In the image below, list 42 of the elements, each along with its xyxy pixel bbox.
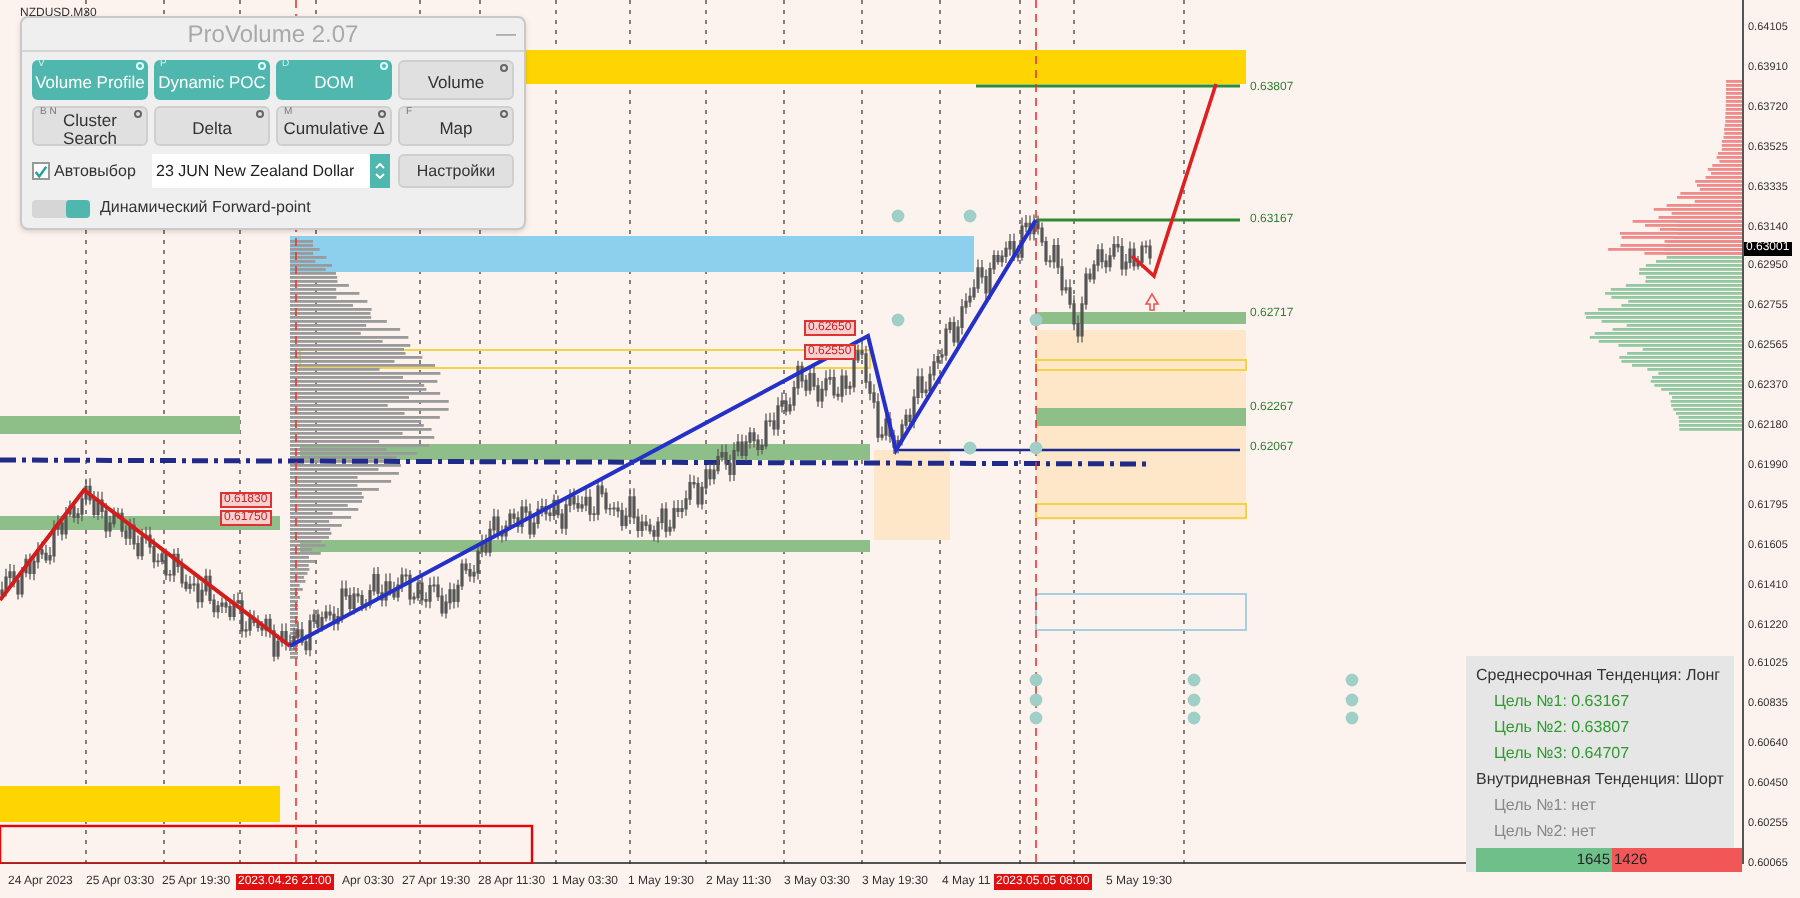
price-zone [874,450,950,540]
info-line: Цель №1: 0.63167 [1492,692,1632,712]
marker-dot [1029,711,1043,725]
gear-icon [256,110,264,118]
forward-point-label: Динамический Forward-point [100,196,311,220]
marker-dot [891,209,905,223]
check-icon [34,163,48,179]
marker-dot [1345,711,1359,725]
gear-icon [258,62,266,70]
gear-icon [134,110,142,118]
auto-select-checkbox[interactable]: Автовыбор [32,159,144,183]
marker-dot [1029,313,1043,327]
marker-dot [1029,441,1043,455]
arrow-icon [1144,292,1160,311]
marker-dot [1345,693,1359,707]
gear-icon [136,62,144,70]
info-line: Внутридневная Тенденция: Шорт [1476,770,1726,790]
tool-button[interactable]: Volume [398,60,514,100]
info-line: Цель №1: нет [1492,796,1598,816]
marker-dot [891,313,905,327]
info-line: Цель №2: 0.63807 [1492,718,1632,738]
marker-dot [1029,673,1043,687]
panel-title: ProVolume 2.07 [187,18,359,52]
instrument-select[interactable]: 23 JUN New Zealand Dollar [152,154,390,188]
marker-dot [1345,673,1359,687]
settings-button[interactable]: Настройки [398,154,514,188]
info-line: Цель №3: 0.64707 [1492,744,1632,764]
marker-dot [1187,673,1201,687]
tool-button[interactable]: Delta [154,106,270,146]
marker-dot [1029,693,1043,707]
gear-icon [380,62,388,70]
marker-dot [1187,711,1201,725]
marker-dot [963,441,977,455]
marker-dot [963,209,977,223]
spinner-icon [370,154,390,188]
gear-icon [378,110,386,118]
info-line: Среднесрочная Тенденция: Лонг [1476,666,1723,686]
info-line: Цель №2: нет [1492,822,1598,842]
forward-point-toggle[interactable] [32,199,90,217]
marker-dot [1187,693,1201,707]
gear-icon [500,64,508,72]
gear-icon [500,110,508,118]
